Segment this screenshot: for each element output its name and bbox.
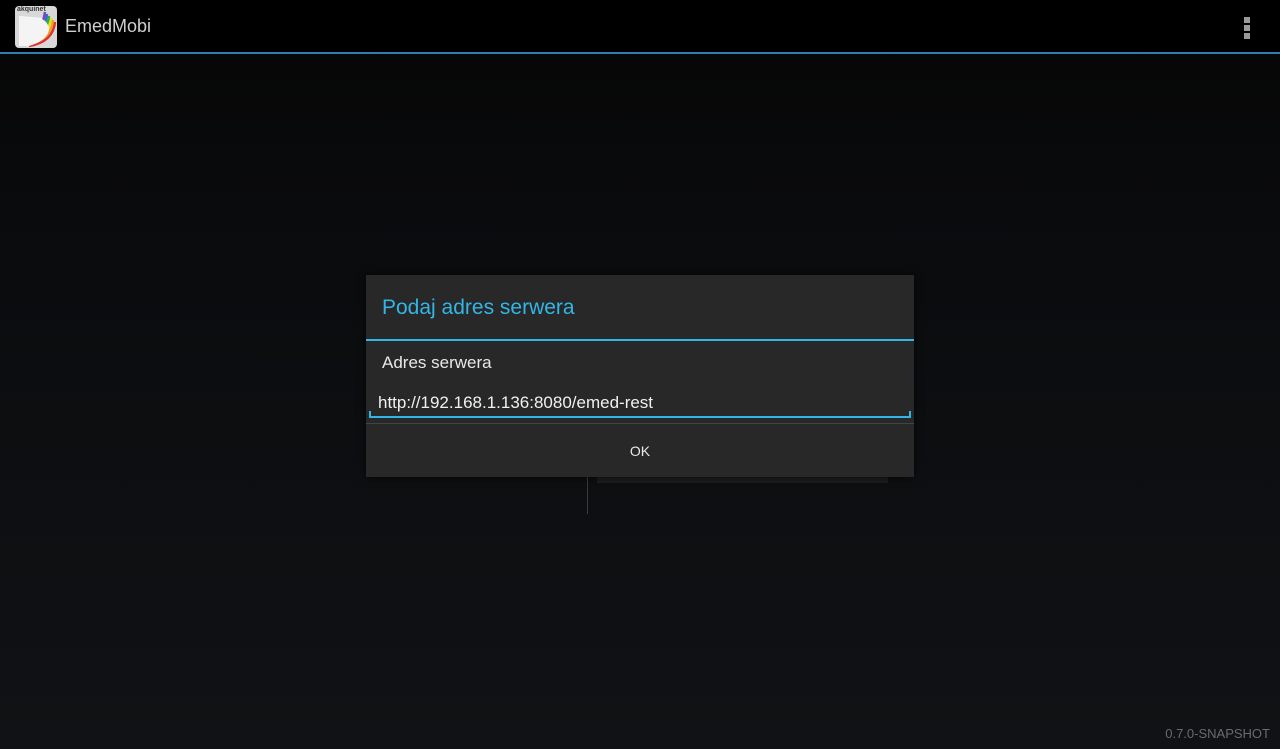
action-bar: akquinet EmedMobi [0, 0, 1280, 54]
background-divider [587, 476, 588, 514]
input-underline-right-tick [909, 411, 911, 417]
input-underline-left-tick [369, 411, 371, 417]
server-address-input[interactable] [369, 389, 911, 417]
screen: akquinet EmedMobi Podaj adres serwera Ad [0, 0, 1280, 749]
app-title: EmedMobi [65, 16, 152, 36]
overflow-dot [1244, 25, 1250, 31]
emedmobi-logo-icon[interactable]: akquinet [15, 6, 57, 48]
input-underline [369, 416, 911, 418]
overflow-menu-icon[interactable] [1236, 14, 1260, 42]
dialog-title: Podaj adres serwera [382, 296, 575, 319]
overflow-dot [1244, 17, 1250, 23]
server-address-label: Adres serwera [382, 353, 492, 372]
version-label: 0.7.0-SNAPSHOT [1165, 726, 1270, 741]
server-address-dialog: Podaj adres serwera Adres serwera OK [366, 275, 914, 477]
ok-button[interactable]: OK [366, 424, 914, 477]
dialog-header: Podaj adres serwera [366, 275, 914, 341]
overflow-dot [1244, 33, 1250, 39]
